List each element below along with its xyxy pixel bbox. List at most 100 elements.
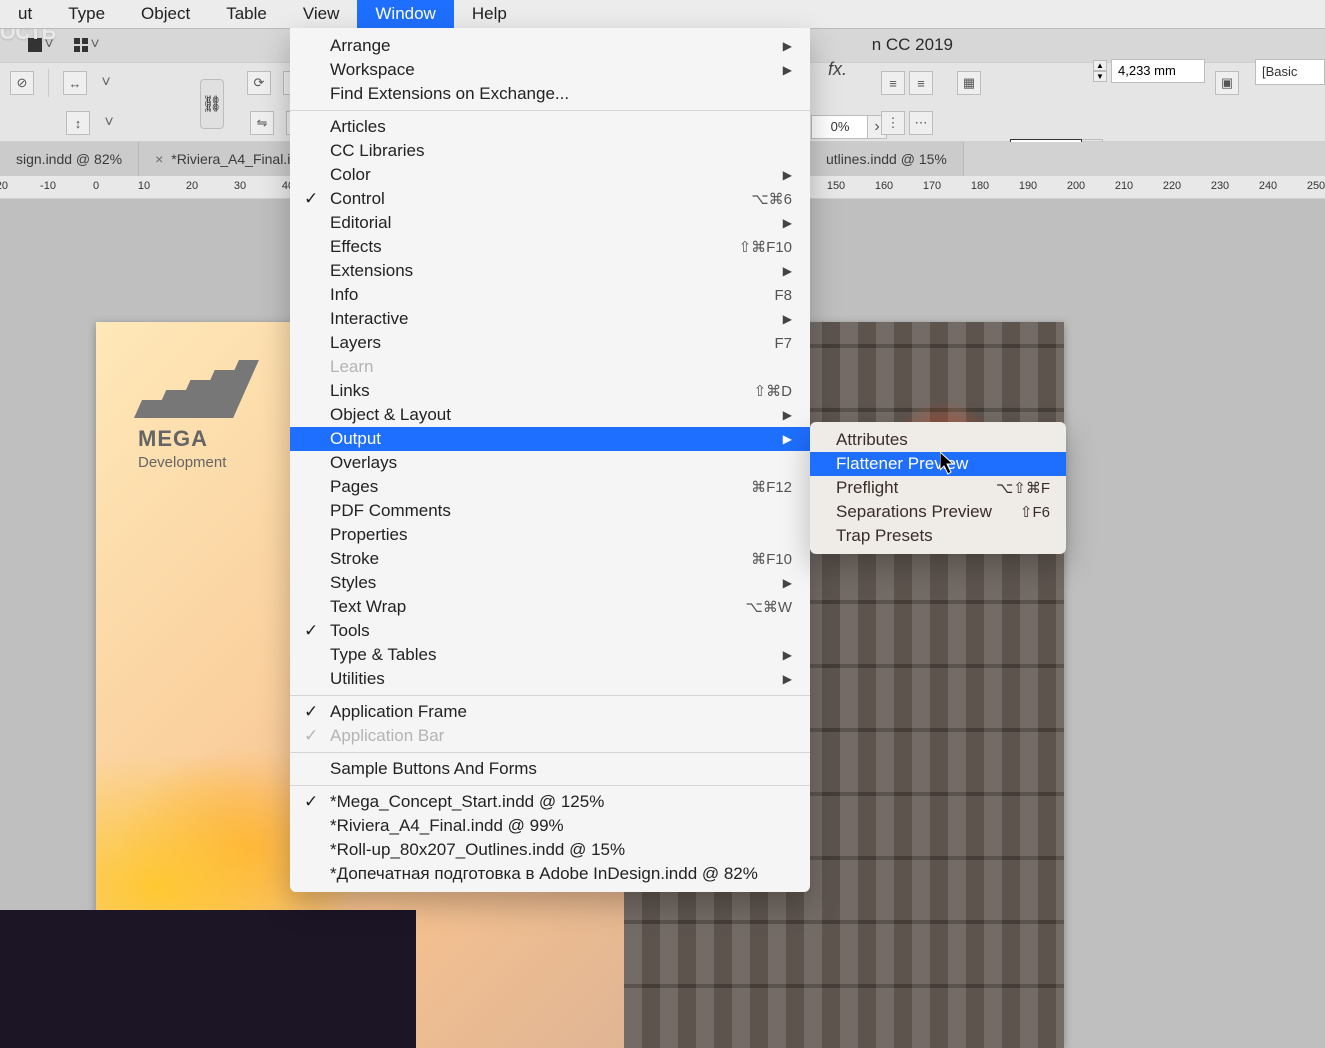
menu-item-color[interactable]: Color ▶ (290, 163, 810, 187)
align-left-icon[interactable]: ≡ (881, 71, 905, 95)
tab-doc-3[interactable]: utlines.indd @ 15% (810, 142, 964, 176)
menu-item-adobe-indesign-indd-82[interactable]: *Допечатная подготовка в Adobe InDesign.… (290, 862, 810, 886)
ruler-tick-label: 250 (1307, 180, 1325, 192)
menu-item-stroke[interactable]: Stroke ⌘F10 (290, 547, 810, 571)
menu-item-utilities[interactable]: Utilities▶ (290, 667, 810, 691)
chevron-down-icon[interactable]: ˅ (99, 74, 113, 92)
menu-item-info[interactable]: Info F8 (290, 283, 810, 307)
fx-label[interactable]: fx. (828, 59, 847, 80)
menu-item-label: Info (330, 285, 358, 305)
menu-item-label: Color (330, 165, 371, 185)
menu-item-overlays[interactable]: Overlays (290, 451, 810, 475)
view-mode-grid-icon[interactable] (74, 38, 88, 52)
menu-window[interactable]: Window (357, 0, 453, 28)
menu-item-styles[interactable]: Styles▶ (290, 571, 810, 595)
height-field-icon: ↕ (66, 111, 90, 135)
ruler-tick-label: 170 (923, 180, 941, 192)
menu-item-application-bar: ✓Application Bar (290, 724, 810, 748)
menu-shortcut: F8 (774, 287, 792, 304)
menu-separator (290, 752, 810, 753)
submenu-item-flattener-preview[interactable]: Flattener Preview (810, 452, 1066, 476)
menu-item-cc-libraries[interactable]: CC Libraries (290, 139, 810, 163)
ruler-tick-label: -20 (0, 180, 8, 192)
distribute-h-icon[interactable]: ⋮ (881, 111, 905, 135)
menu-item-editorial[interactable]: Editorial▶ (290, 211, 810, 235)
ruler-tick-label: 180 (971, 180, 989, 192)
menu-item-label: Styles (330, 573, 376, 593)
menu-shortcut: F7 (774, 335, 792, 352)
menu-item-label: Extensions (330, 261, 413, 281)
menu-view[interactable]: View (285, 0, 358, 28)
menu-item-articles[interactable]: Articles (290, 115, 810, 139)
submenu-item-separations-preview[interactable]: Separations Preview⇧F6 (810, 500, 1066, 524)
flip-h-icon[interactable]: ⇋ (250, 111, 274, 135)
menu-item-learn: Learn (290, 355, 810, 379)
menu-item-object-layout[interactable]: Object & Layout▶ (290, 403, 810, 427)
menu-item-links[interactable]: Links⇧⌘D (290, 379, 810, 403)
tab-doc-1[interactable]: sign.indd @ 82% (0, 142, 139, 176)
menu-item-application-frame[interactable]: ✓Application Frame (290, 700, 810, 724)
close-icon[interactable]: × (155, 151, 163, 167)
menu-item-type-tables[interactable]: Type & Tables▶ (290, 643, 810, 667)
submenu-item-trap-presets[interactable]: Trap Presets (810, 524, 1066, 548)
submenu-item-label: Trap Presets (836, 526, 933, 546)
no-selection-icon[interactable]: ⊘ (10, 71, 34, 95)
menu-item-find-extensions-on-exchange[interactable]: Find Extensions on Exchange... (290, 82, 810, 106)
menu-item-control[interactable]: ✓Control⌥⌘6 (290, 187, 810, 211)
menu-item-label: Type & Tables (330, 645, 436, 665)
tab-label: utlines.indd @ 15% (826, 151, 947, 167)
menu-item-mega-concept-start-indd-125[interactable]: ✓*Mega_Concept_Start.indd @ 125% (290, 790, 810, 814)
menu-item-text-wrap[interactable]: Text Wrap⌥⌘W (290, 595, 810, 619)
ruler-tick-label: 0 (93, 180, 99, 192)
menu-item-arrange[interactable]: Arrange▶ (290, 34, 810, 58)
menu-item-output[interactable]: Output▶ (290, 427, 810, 451)
menu-item-label: Articles (330, 117, 386, 137)
stepper-up-icon[interactable]: ▲ (1093, 60, 1107, 71)
menu-item-label: *Roll-up_80x207_Outlines.indd @ 15% (330, 840, 625, 860)
chevron-down-icon[interactable]: ˅ (88, 36, 102, 54)
frame-options-icon[interactable]: ▣ (1215, 71, 1239, 95)
menu-item-label: Stroke (330, 549, 379, 569)
stepper-down-icon[interactable]: ▼ (1093, 71, 1107, 82)
menu-item-layers[interactable]: LayersF7 (290, 331, 810, 355)
menu-item-sample-buttons-and-forms[interactable]: Sample Buttons And Forms (290, 757, 810, 781)
menu-item-workspace[interactable]: Workspace▶ (290, 58, 810, 82)
menu-item-properties[interactable]: Properties (290, 523, 810, 547)
menu-item-interactive[interactable]: Interactive▶ (290, 307, 810, 331)
menu-item-pages[interactable]: Pages⌘F12 (290, 475, 810, 499)
menu-object[interactable]: Object (123, 0, 208, 28)
measurement-spinbox[interactable]: ▲▼ 4,233 mm (1093, 59, 1205, 83)
distribute-v-icon[interactable]: ⋯ (909, 111, 933, 135)
opacity-field[interactable]: 0% (811, 115, 869, 139)
measurement-field[interactable]: 4,233 mm (1111, 59, 1205, 83)
menu-item-label: Links (330, 381, 370, 401)
ruler-tick-label: 190 (1019, 180, 1037, 192)
menu-item-label: Pages (330, 477, 378, 497)
menu-edit[interactable]: ut (0, 0, 50, 28)
menu-item-extensions[interactable]: Extensions▶ (290, 259, 810, 283)
menu-item-pdf-comments[interactable]: PDF Comments (290, 499, 810, 523)
menu-table[interactable]: Table (208, 0, 285, 28)
menu-item-tools[interactable]: ✓Tools (290, 619, 810, 643)
menu-item-label: Properties (330, 525, 407, 545)
menu-help[interactable]: Help (454, 0, 525, 28)
align-center-icon[interactable]: ≡ (909, 71, 933, 95)
submenu-arrow-icon: ▶ (783, 432, 792, 446)
chevron-down-icon[interactable]: ˅ (102, 114, 116, 132)
submenu-arrow-icon: ▶ (783, 39, 792, 53)
menu-type[interactable]: Type (50, 0, 123, 28)
menu-shortcut: ⌘F10 (751, 550, 792, 568)
menu-separator (290, 110, 810, 111)
rotate-icon[interactable]: ⟳ (247, 71, 271, 95)
menu-item-riviera-a4-final-indd-99[interactable]: *Riviera_A4_Final.indd @ 99% (290, 814, 810, 838)
object-style-dropdown[interactable]: [Basic Grap (1255, 59, 1325, 85)
menu-item-roll-up-80x207-outlines-indd-15[interactable]: *Roll-up_80x207_Outlines.indd @ 15% (290, 838, 810, 862)
menu-item-effects[interactable]: Effects⇧⌘F10 (290, 235, 810, 259)
submenu-item-label: Flattener Preview (836, 454, 968, 474)
fit-content-icon[interactable]: ▦ (957, 71, 981, 95)
tab-doc-2[interactable]: × *Riviera_A4_Final.in (139, 142, 315, 176)
submenu-item-attributes[interactable]: Attributes (810, 428, 1066, 452)
submenu-item-preflight[interactable]: Preflight⌥⇧⌘F (810, 476, 1066, 500)
menu-item-label: *Mega_Concept_Start.indd @ 125% (330, 792, 604, 812)
submenu-arrow-icon: ▶ (783, 168, 792, 182)
